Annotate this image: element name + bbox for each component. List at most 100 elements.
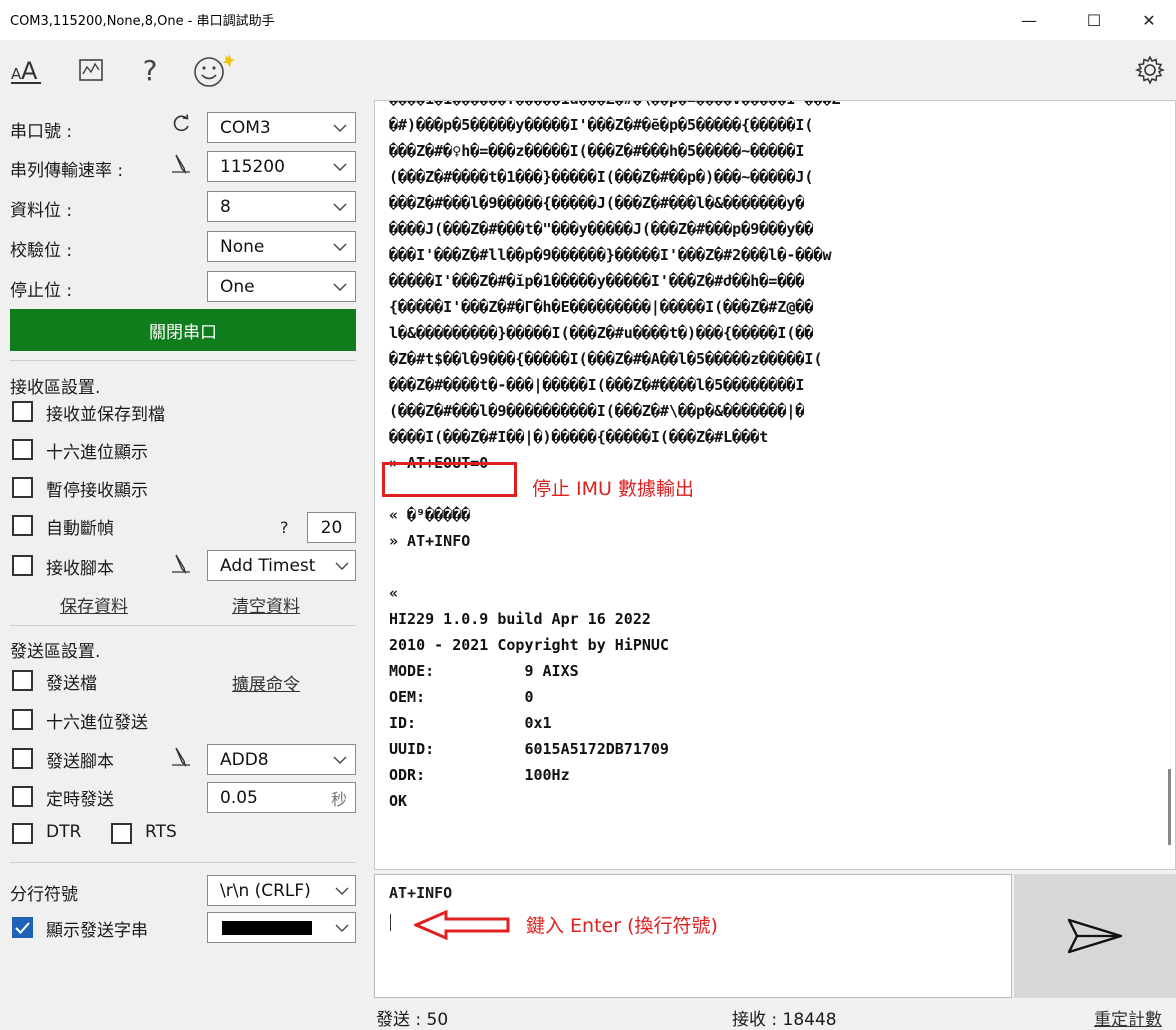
refresh-icon[interactable] (170, 113, 192, 140)
timed-send-label: 定時發送 (46, 790, 114, 810)
chevron-down-icon (329, 924, 355, 932)
window-title: COM3,115200,None,8,One - 串口調試助手 (10, 14, 275, 29)
line-ending-value: \r\n (CRLF) (220, 880, 311, 901)
color-select[interactable] (207, 912, 356, 943)
show-send-checkbox[interactable] (12, 917, 33, 938)
send-file-checkbox[interactable] (12, 670, 33, 691)
port-select[interactable]: COM3 (207, 112, 356, 143)
pen-icon[interactable] (170, 552, 192, 579)
timed-send-input[interactable]: 0.05 秒 (207, 782, 356, 813)
chevron-down-icon (329, 562, 355, 570)
dtr-checkbox[interactable] (12, 823, 33, 844)
send-input-text: AT+INFO (389, 884, 453, 902)
send-icon (1067, 918, 1123, 954)
stopbits-select[interactable]: One (207, 271, 356, 302)
rts-checkbox[interactable] (111, 823, 132, 844)
maximize-button[interactable]: ☐ (1071, 0, 1117, 40)
receive-line: ����1�1������ſ�����1d���Z�#�\��p�=����v�… (389, 101, 1164, 112)
pen-icon[interactable] (170, 152, 192, 179)
parity-select[interactable]: None (207, 231, 356, 262)
timed-send-value: 0.05 (220, 787, 258, 808)
hex-display-checkbox[interactable] (12, 439, 33, 460)
pause-display-checkbox[interactable] (12, 477, 33, 498)
line-ending-select[interactable]: \r\n (CRLF) (207, 875, 356, 906)
divider (10, 862, 356, 863)
receive-line: « (389, 584, 399, 602)
stopbits-value: One (220, 276, 255, 297)
receive-line: ����I(���Z�#I��|�)�����{�����I(���Z�#L��… (389, 428, 769, 446)
receive-script-value: Add Timest (220, 555, 316, 576)
minimize-button[interactable]: — (1006, 0, 1052, 40)
receive-script-checkbox[interactable] (12, 555, 33, 576)
receive-line: « �⁹����� (389, 506, 471, 524)
send-button[interactable] (1014, 874, 1176, 998)
hex-display-label: 十六進位顯示 (46, 443, 148, 463)
receive-line: HI229 1.0.9 build Apr 16 2022 (389, 610, 651, 628)
pause-display-label: 暫停接收顯示 (46, 481, 148, 501)
receive-log: ����1�1������ſ�����1d���Z�#�\��p�=����v�… (389, 101, 1164, 814)
font-size-icon[interactable]: A A (8, 52, 44, 88)
auto-frame-checkbox[interactable] (12, 515, 33, 536)
baud-label: 串列傳輸速率 : (10, 161, 124, 181)
receive-line: �����I'���Z�#�ĭp�1�����y�����I'���Z�#ժ��… (389, 272, 805, 290)
baud-select[interactable]: 115200 (207, 151, 356, 182)
receive-line: (���Z�#����t�1���}�����I(���Z�#��p�)���~… (389, 168, 814, 186)
receive-line: ODR: 100Hz (389, 766, 570, 784)
chevron-down-icon (329, 887, 355, 895)
timed-send-unit: 秒 (330, 789, 347, 809)
save-to-file-checkbox[interactable] (12, 401, 33, 422)
receive-line: l�&���������}�����I(���Z�#u����t�)���{��… (389, 324, 814, 342)
scrollbar-thumb[interactable] (1168, 769, 1171, 845)
highlight-box (382, 462, 517, 497)
help-icon[interactable]: ? (132, 52, 168, 88)
hex-send-checkbox[interactable] (12, 709, 33, 730)
smiley-icon[interactable] (190, 52, 236, 88)
chevron-down-icon (325, 203, 355, 211)
close-port-button[interactable]: 關閉串口 (10, 309, 356, 351)
receive-line: ���I'���Z�#ll��p�9������}�����I'���Z�#2�… (389, 246, 832, 264)
databits-value: 8 (220, 196, 231, 217)
rts-label: RTS (145, 822, 177, 842)
send-script-select[interactable]: ADD8 (207, 744, 356, 775)
text-cursor (390, 914, 391, 931)
databits-select[interactable]: 8 (207, 191, 356, 222)
extend-command-link[interactable]: 擴展命令 (232, 670, 300, 695)
receive-line: OEM: 0 (389, 688, 534, 706)
chevron-down-icon (325, 283, 355, 291)
receive-line: 2010 - 2021 Copyright by HiPNUC (389, 636, 669, 654)
receive-line (389, 554, 1164, 580)
parity-value: None (220, 236, 265, 257)
receive-line: �Z�#t$��l�9���{�����I(���Z�#�A��l�5�����… (389, 350, 823, 368)
settings-icon[interactable] (1130, 52, 1170, 88)
send-script-value: ADD8 (220, 749, 269, 770)
sent-count: 發送 : 50 (376, 1010, 449, 1030)
send-file-label: 發送檔 (46, 674, 97, 694)
pen-icon[interactable] (170, 745, 192, 772)
chart-icon[interactable] (73, 52, 109, 88)
auto-frame-label: 自動斷幀 (46, 519, 114, 539)
close-window-button[interactable]: ✕ (1126, 0, 1172, 40)
hex-send-label: 十六進位發送 (46, 713, 148, 733)
send-script-label: 發送腳本 (46, 752, 114, 772)
port-label: 串口號 : (10, 122, 73, 142)
send-script-checkbox[interactable] (12, 748, 33, 769)
receive-line: ����J(���Z�#���t�"���y�����J(���Z�#���p�… (389, 220, 814, 238)
save-to-file-label: 接收並保存到檔 (46, 405, 165, 425)
parity-label: 校驗位 : (10, 241, 73, 261)
eout-annotation: 停止 IMU 數據輸出 (532, 478, 694, 500)
received-count: 接收 : 18448 (732, 1010, 837, 1030)
timed-send-checkbox[interactable] (12, 786, 33, 807)
auto-frame-help[interactable]: ? (280, 518, 289, 537)
receive-line: ���Z�#����t�-���|�����I(���Z�#����l�5���… (389, 376, 805, 394)
receive-line: ���Z�#���l�9�����{�����J(���Z�#���l�&���… (389, 194, 805, 212)
databits-label: 資料位 : (10, 201, 73, 221)
receive-script-select[interactable]: Add Timest (207, 550, 356, 581)
show-send-label: 顯示發送字串 (46, 921, 148, 941)
auto-frame-input[interactable]: 20 (307, 512, 356, 543)
chevron-down-icon (325, 163, 355, 171)
auto-frame-value: 20 (320, 517, 343, 538)
save-data-link[interactable]: 保存資料 (60, 592, 128, 617)
dtr-label: DTR (46, 822, 82, 842)
reset-count-link[interactable]: 重定計數 (1094, 1005, 1162, 1030)
clear-data-link[interactable]: 清空資料 (232, 592, 300, 617)
